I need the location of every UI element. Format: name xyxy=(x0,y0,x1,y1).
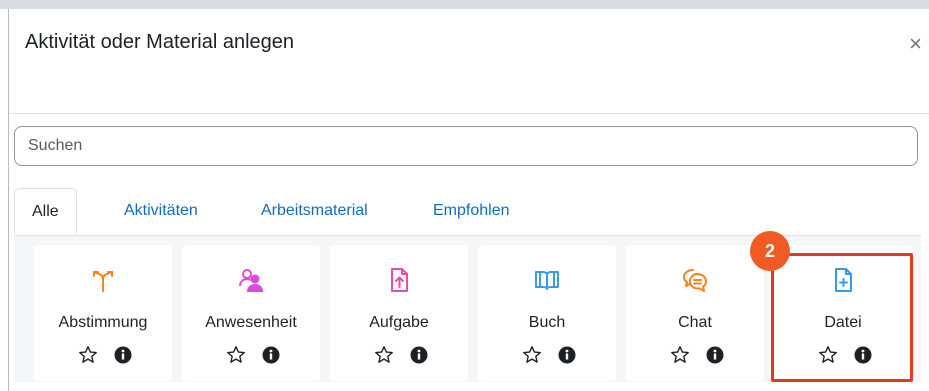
module-label: Anwesenheit xyxy=(205,314,297,331)
info-icon[interactable] xyxy=(705,345,725,365)
choice-icon xyxy=(34,267,172,293)
search-input[interactable] xyxy=(14,126,918,166)
module-card-abstimmung[interactable]: Abstimmung xyxy=(34,245,172,381)
star-icon[interactable] xyxy=(78,345,98,365)
tab-aktivitaeten[interactable]: Aktivitäten xyxy=(124,188,198,234)
module-label: Buch xyxy=(528,314,566,331)
module-card-anwesenheit[interactable]: Anwesenheit xyxy=(182,245,320,381)
book-icon xyxy=(478,267,616,293)
star-icon[interactable] xyxy=(670,345,690,365)
dialog-header: Aktivität oder Material anlegen × xyxy=(9,9,929,114)
star-icon[interactable] xyxy=(522,345,542,365)
annotation-highlight-box xyxy=(771,253,913,382)
module-card-buch[interactable]: Buch xyxy=(478,245,616,381)
info-icon[interactable] xyxy=(261,345,281,365)
module-card-aufgabe[interactable]: Aufgabe xyxy=(330,245,468,381)
annotation-step-badge: 2 xyxy=(750,231,790,271)
star-icon[interactable] xyxy=(374,345,394,365)
tab-arbeitsmaterial[interactable]: Arbeitsmaterial xyxy=(261,188,368,234)
tab-bar: Alle Aktivitäten Arbeitsmaterial Empfohl… xyxy=(14,188,921,236)
module-label: Abstimmung xyxy=(58,314,148,331)
chat-icon xyxy=(626,267,764,293)
assignment-icon xyxy=(330,267,468,293)
tab-empfohlen[interactable]: Empfohlen xyxy=(433,188,510,234)
tab-alle[interactable]: Alle xyxy=(14,188,77,234)
info-icon[interactable] xyxy=(113,345,133,365)
background-page-strip xyxy=(0,0,929,9)
close-icon[interactable]: × xyxy=(909,31,922,57)
info-icon[interactable] xyxy=(409,345,429,365)
info-icon[interactable] xyxy=(557,345,577,365)
star-icon[interactable] xyxy=(226,345,246,365)
module-label: Chat xyxy=(678,314,712,331)
attendance-icon xyxy=(182,267,320,293)
dialog-title: Aktivität oder Material anlegen xyxy=(25,31,295,53)
module-label: Aufgabe xyxy=(369,314,429,331)
module-card-chat[interactable]: Chat xyxy=(626,245,764,381)
